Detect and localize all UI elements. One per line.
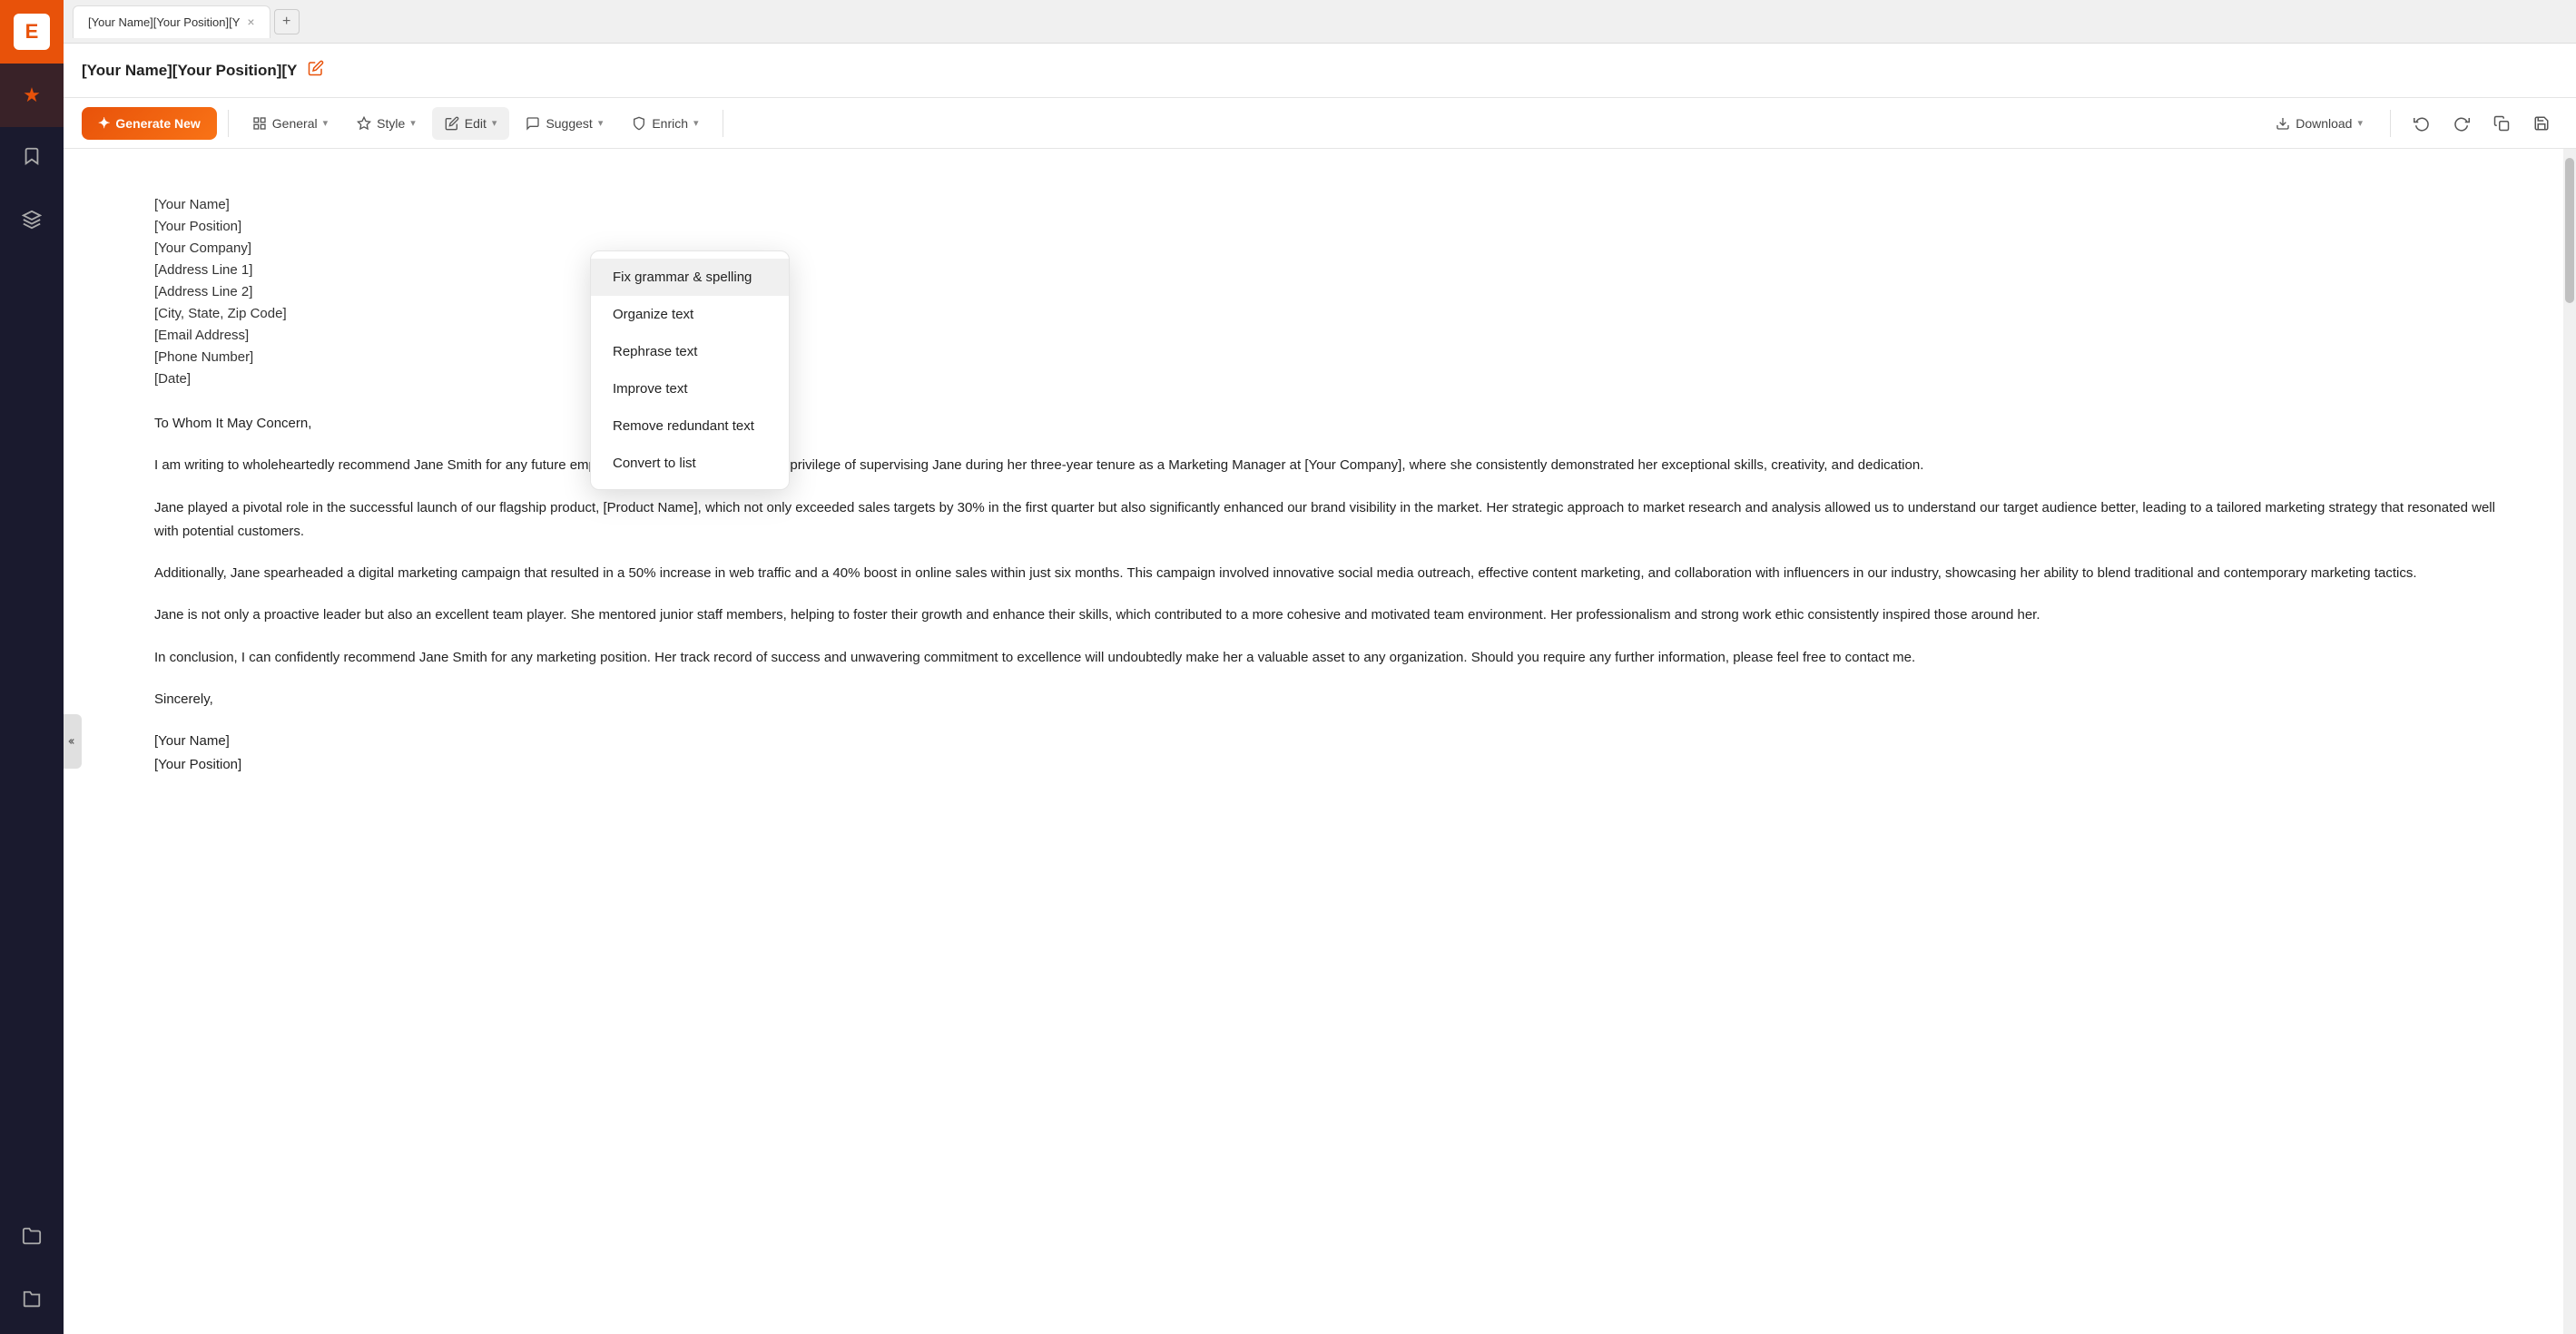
sidebar-item-layers[interactable] <box>0 191 64 254</box>
suggest-icon <box>526 116 540 131</box>
doc-paragraph-2: Jane played a pivotal role in the succes… <box>154 496 2503 544</box>
tab-document[interactable]: [Your Name][Your Position][Y × <box>73 5 270 38</box>
doc-paragraph-5: In conclusion, I can confidently recomme… <box>154 646 2503 670</box>
general-icon <box>252 116 267 131</box>
folder-icon <box>22 1226 42 1251</box>
doc-closing: Sincerely, <box>154 688 2503 711</box>
suggest-label: Suggest <box>546 116 592 131</box>
edit-icon <box>445 116 459 131</box>
fix-grammar-label: Fix grammar & spelling <box>613 270 752 285</box>
rephrase-text-label: Rephrase text <box>613 344 697 359</box>
download-chevron-icon: ▾ <box>2357 117 2363 129</box>
download-button[interactable]: Download ▾ <box>2263 107 2375 140</box>
toolbar-general-button[interactable]: General ▾ <box>240 107 340 140</box>
copy-button[interactable] <box>2485 107 2518 140</box>
address-line-1: [Your Name] <box>154 194 2503 216</box>
generate-label: Generate New <box>115 116 200 131</box>
doc-paragraph-4: Jane is not only a proactive leader but … <box>154 603 2503 627</box>
address-line-9: [Date] <box>154 368 2503 390</box>
doc-closing-name: [Your Name] <box>154 730 2503 753</box>
redo-icon <box>2453 115 2470 132</box>
dropdown-item-improve-text[interactable]: Improve text <box>591 370 789 407</box>
doc-editor[interactable]: [Your Name] [Your Position] [Your Compan… <box>64 149 2576 1334</box>
edit-chevron-icon: ▾ <box>492 117 497 129</box>
dropdown-item-fix-grammar[interactable]: Fix grammar & spelling <box>591 259 789 296</box>
sidebar-item-folder2[interactable] <box>0 1270 64 1334</box>
sidebar-item-folder1[interactable] <box>0 1207 64 1270</box>
save-button[interactable] <box>2525 107 2558 140</box>
doc-area: [Your Name] [Your Position] [Your Compan… <box>64 149 2576 1334</box>
star-icon: ★ <box>23 83 41 107</box>
address-line-4: [Address Line 1] <box>154 260 2503 281</box>
undo-icon <box>2414 115 2430 132</box>
main-area: [Your Name][Your Position][Y × + [Your N… <box>64 0 2576 1334</box>
generate-new-button[interactable]: ✦ Generate New <box>82 107 217 140</box>
copy-icon <box>2493 115 2510 132</box>
doc-closing-position: [Your Position] <box>154 753 2503 777</box>
toolbar-actions: Download ▾ <box>2263 107 2558 140</box>
address-line-8: [Phone Number] <box>154 347 2503 368</box>
address-line-7: [Email Address] <box>154 325 2503 347</box>
toolbar-divider-1 <box>228 110 229 137</box>
tab-bar: [Your Name][Your Position][Y × + <box>64 0 2576 44</box>
dropdown-item-organize-text[interactable]: Organize text <box>591 296 789 333</box>
style-label: Style <box>377 116 405 131</box>
tab-close-button[interactable]: × <box>247 15 254 29</box>
remove-redundant-label: Remove redundant text <box>613 418 754 434</box>
sidebar-logo[interactable]: E <box>0 0 64 64</box>
enrich-icon <box>632 116 646 131</box>
doc-header: [Your Name][Your Position][Y <box>64 44 2576 98</box>
address-line-2: [Your Position] <box>154 216 2503 238</box>
sidebar-item-bookmark[interactable] <box>0 127 64 191</box>
improve-text-label: Improve text <box>613 381 688 397</box>
sidebar: E ★ <box>0 0 64 1334</box>
dropdown-item-remove-redundant[interactable]: Remove redundant text <box>591 407 789 445</box>
doc-paragraph-1: I am writing to wholeheartedly recommend… <box>154 454 2503 477</box>
doc-paragraph-3: Additionally, Jane spearheaded a digital… <box>154 562 2503 585</box>
download-icon <box>2276 116 2290 131</box>
toolbar-edit-button[interactable]: Edit ▾ <box>432 107 510 140</box>
collapse-toggle[interactable] <box>64 714 82 769</box>
save-icon <box>2533 115 2550 132</box>
layers-icon <box>22 210 42 235</box>
edit-dropdown-menu: Fix grammar & spelling Organize text Rep… <box>590 250 790 490</box>
suggest-chevron-icon: ▾ <box>598 117 604 129</box>
tab-title: [Your Name][Your Position][Y <box>88 15 240 29</box>
bookmark-icon <box>22 146 42 172</box>
toolbar-divider-3 <box>2390 110 2391 137</box>
redo-button[interactable] <box>2445 107 2478 140</box>
address-block: [Your Name] [Your Position] [Your Compan… <box>154 194 2503 390</box>
tab-add-button[interactable]: + <box>274 9 300 34</box>
toolbar: ✦ Generate New General ▾ Style ▾ Edit <box>64 98 2576 149</box>
scrollbar-thumb[interactable] <box>2565 158 2574 303</box>
folder2-icon <box>22 1290 42 1315</box>
doc-title: [Your Name][Your Position][Y <box>82 62 297 80</box>
general-label: General <box>272 116 318 131</box>
undo-button[interactable] <box>2405 107 2438 140</box>
style-icon <box>357 116 371 131</box>
edit-label: Edit <box>465 116 487 131</box>
toolbar-style-button[interactable]: Style ▾ <box>344 107 428 140</box>
download-label: Download <box>2296 116 2352 131</box>
convert-list-label: Convert to list <box>613 456 696 471</box>
address-line-3: [Your Company] <box>154 238 2503 260</box>
dropdown-item-convert-list[interactable]: Convert to list <box>591 445 789 482</box>
organize-text-label: Organize text <box>613 307 693 322</box>
address-line-6: [City, State, Zip Code] <box>154 303 2503 325</box>
generate-icon: ✦ <box>98 114 110 132</box>
address-line-5: [Address Line 2] <box>154 281 2503 303</box>
style-chevron-icon: ▾ <box>410 117 416 129</box>
scrollbar-track[interactable] <box>2563 149 2576 1334</box>
doc-title-edit-icon[interactable] <box>308 60 324 81</box>
dropdown-item-rephrase-text[interactable]: Rephrase text <box>591 333 789 370</box>
toolbar-enrich-button[interactable]: Enrich ▾ <box>619 107 711 140</box>
enrich-chevron-icon: ▾ <box>693 117 699 129</box>
general-chevron-icon: ▾ <box>323 117 329 129</box>
toolbar-suggest-button[interactable]: Suggest ▾ <box>513 107 615 140</box>
sidebar-item-star[interactable]: ★ <box>0 64 64 127</box>
enrich-label: Enrich <box>652 116 688 131</box>
doc-salutation: To Whom It May Concern, <box>154 412 2503 436</box>
app-logo-icon: E <box>14 14 50 50</box>
